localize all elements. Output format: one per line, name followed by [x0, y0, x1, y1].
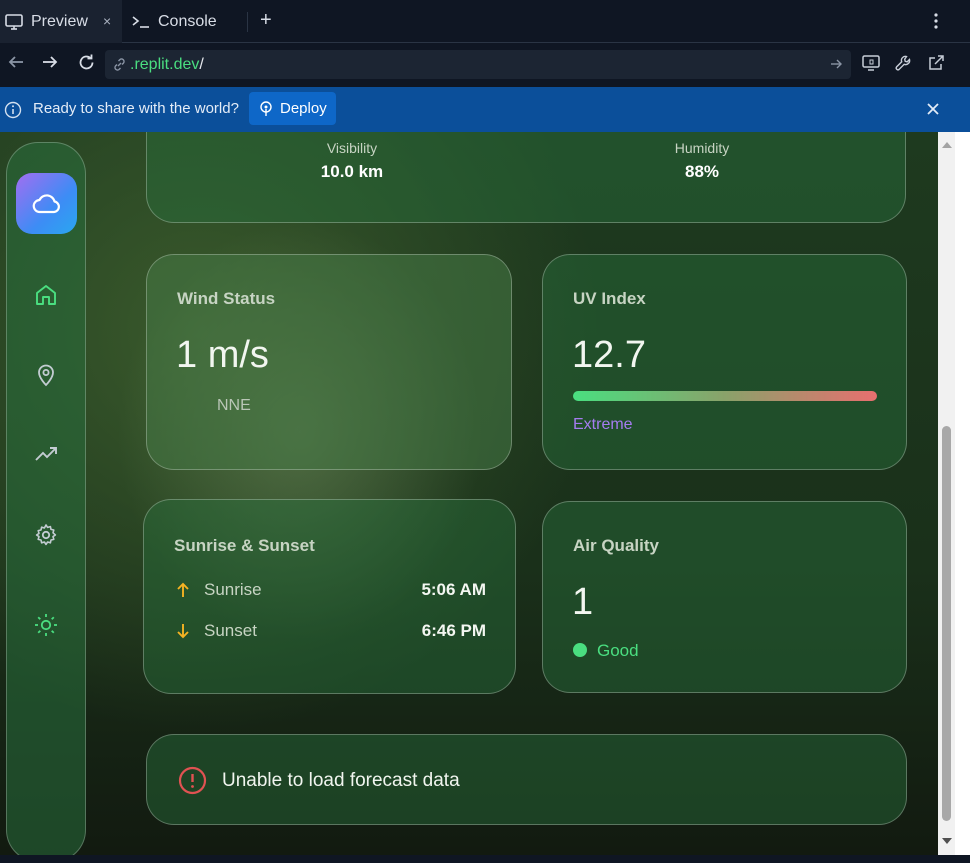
- external-link-icon[interactable]: [927, 54, 945, 77]
- uv-level-label: Extreme: [573, 416, 633, 433]
- weather-details-card: Visibility 10.0 km Humidity 88%: [146, 132, 906, 223]
- reload-icon[interactable]: [77, 53, 96, 77]
- trending-up-icon[interactable]: [33, 442, 59, 473]
- visibility-label: Visibility: [326, 140, 378, 156]
- air-value: 1: [572, 581, 594, 623]
- humidity-value: 88%: [684, 162, 720, 181]
- wind-title: Wind Status: [177, 289, 276, 308]
- sidebar: [6, 142, 86, 855]
- address-bar: .replit.dev /: [0, 43, 970, 87]
- alert-circle-icon: [178, 766, 207, 795]
- air-title: Air Quality: [573, 536, 659, 555]
- browser-tab-bar: Preview × Console +: [0, 0, 970, 43]
- scrollbar-thumb[interactable]: [942, 426, 951, 821]
- sunrise-label: Sunrise: [204, 580, 262, 599]
- tab-console[interactable]: Console: [124, 0, 244, 43]
- sunrise-sunset-card: Sunrise & Sunset Sunrise 5:06 AM Sunset …: [143, 499, 516, 694]
- scroll-down-icon[interactable]: [942, 838, 952, 844]
- deploy-icon: [259, 100, 273, 117]
- url-path: /: [199, 55, 204, 73]
- deploy-button[interactable]: Deploy: [249, 92, 336, 125]
- more-options-icon[interactable]: [930, 12, 942, 35]
- forward-arrow-icon[interactable]: [41, 53, 59, 76]
- visibility-value: 10.0 km: [320, 162, 384, 181]
- tab-console-label: Console: [158, 12, 217, 30]
- window-bottom-edge: [0, 855, 970, 863]
- map-pin-icon[interactable]: [33, 362, 59, 393]
- sun-title: Sunrise & Sunset: [174, 536, 315, 555]
- sunset-label: Sunset: [204, 621, 257, 640]
- tab-preview-label: Preview: [31, 12, 88, 30]
- air-quality-card: Air Quality 1 Good: [542, 501, 907, 693]
- scrollbar[interactable]: [938, 132, 955, 855]
- new-tab-button[interactable]: +: [260, 10, 272, 30]
- go-arrow-icon[interactable]: [829, 57, 843, 76]
- banner-message: Ready to share with the world?: [33, 100, 239, 117]
- sun-icon[interactable]: [33, 612, 59, 643]
- devices-icon[interactable]: [861, 54, 881, 77]
- uv-title: UV Index: [573, 289, 646, 308]
- wind-status-card: Wind Status 1 m/s NNE: [146, 254, 512, 470]
- cloud-icon: [32, 193, 62, 215]
- back-arrow-icon[interactable]: [7, 53, 25, 76]
- uv-value: 12.7: [572, 334, 646, 376]
- url-field[interactable]: .replit.dev /: [105, 50, 851, 79]
- monitor-icon: [5, 13, 23, 30]
- uv-level-bar: [573, 391, 877, 401]
- visibility-stat: Visibility 10.0 km: [272, 140, 432, 182]
- sunrise-time: 5:06 AM: [421, 580, 486, 599]
- sunset-row: Sunset 6:46 PM: [174, 619, 486, 643]
- url-domain: .replit.dev: [130, 55, 200, 73]
- air-status-dot: [573, 643, 587, 657]
- tab-divider: [247, 12, 248, 32]
- info-icon: [4, 101, 22, 124]
- tab-close-button[interactable]: ×: [103, 13, 111, 29]
- humidity-label: Humidity: [674, 140, 730, 156]
- wind-speed: 1 m/s: [176, 334, 269, 376]
- sunrise-row: Sunrise 5:06 AM: [174, 578, 486, 602]
- terminal-icon: [132, 15, 150, 29]
- link-icon: [112, 57, 127, 72]
- uv-index-card: UV Index 12.7 Extreme: [542, 254, 907, 470]
- weather-app: Visibility 10.0 km Humidity 88% Wind Sta…: [0, 132, 938, 855]
- wrench-icon[interactable]: [894, 54, 913, 78]
- deploy-banner: Ready to share with the world? Deploy: [0, 87, 970, 132]
- forecast-error-card: Unable to load forecast data: [146, 734, 907, 825]
- app-logo[interactable]: [16, 173, 77, 234]
- scroll-up-icon[interactable]: [942, 142, 952, 148]
- tab-preview[interactable]: Preview ×: [0, 0, 122, 43]
- window-edge: [955, 132, 970, 855]
- arrow-up-icon: [174, 581, 192, 599]
- sunset-time: 6:46 PM: [421, 621, 486, 640]
- arrow-down-icon: [174, 622, 192, 640]
- deploy-button-label: Deploy: [280, 100, 327, 117]
- error-message: Unable to load forecast data: [222, 770, 460, 791]
- wind-direction: NNE: [217, 397, 251, 414]
- close-icon[interactable]: [925, 101, 941, 122]
- humidity-stat: Humidity 88%: [622, 140, 782, 182]
- gear-icon[interactable]: [33, 522, 59, 553]
- air-status-label: Good: [597, 641, 639, 660]
- home-icon[interactable]: [33, 282, 59, 313]
